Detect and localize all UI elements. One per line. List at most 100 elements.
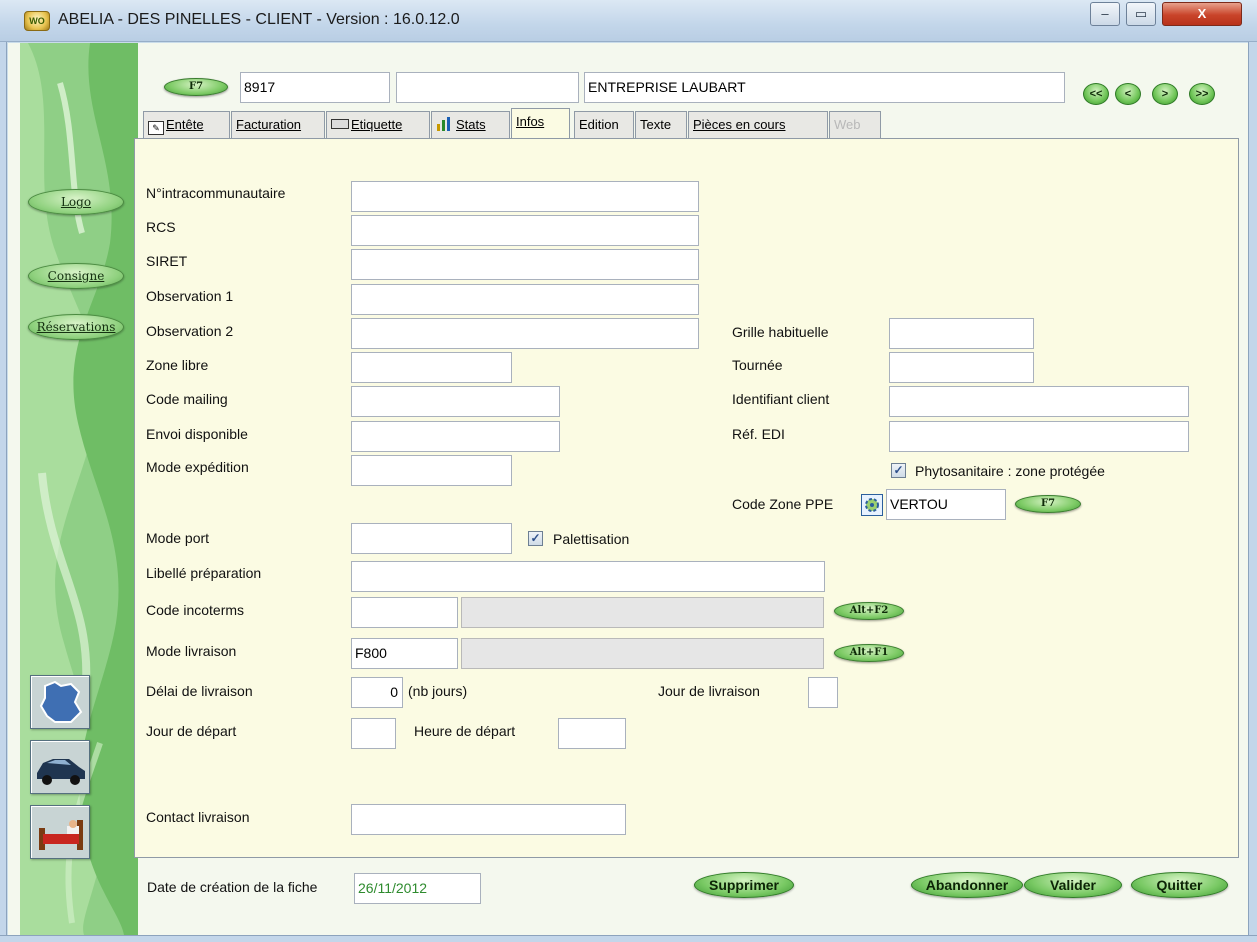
incoterms-desc-field (461, 597, 824, 628)
tab-texte[interactable]: Texte (635, 111, 687, 138)
date-creation-field: 26/11/2012 (354, 873, 481, 904)
tab-entete-label: Entête (166, 117, 204, 132)
zone-libre-field[interactable] (351, 352, 512, 383)
palettisation-label: Palettisation (553, 531, 630, 547)
nav-next-button[interactable]: > (1152, 83, 1178, 105)
tab-stats-label: Stats (456, 117, 486, 132)
contact-livraison-field[interactable] (351, 804, 626, 835)
contact-livraison-label: Contact livraison (146, 809, 250, 825)
grille-habituelle-field[interactable] (889, 318, 1034, 349)
car-icon (37, 759, 85, 785)
siret-field[interactable] (351, 249, 699, 280)
bed-button[interactable] (30, 805, 90, 859)
france-map-button[interactable] (30, 675, 90, 729)
phytosanitaire-checkbox[interactable]: ✓ (891, 463, 906, 478)
delai-livraison-label: Délai de livraison (146, 683, 253, 699)
tab-pieces-label: Pièces en cours (693, 117, 786, 132)
tab-facturation[interactable]: Facturation (231, 111, 325, 138)
observation1-field[interactable] (351, 284, 699, 315)
code-incoterms-label: Code incoterms (146, 602, 245, 618)
close-button[interactable]: X (1162, 2, 1242, 26)
window-frame-right (1248, 42, 1257, 942)
heure-depart-label: Heure de départ (414, 723, 516, 739)
tab-pieces-en-cours[interactable]: Pièces en cours (688, 111, 828, 138)
observation2-label: Observation 2 (146, 323, 234, 339)
identifiant-client-field[interactable] (889, 386, 1189, 417)
intracom-field[interactable] (351, 181, 699, 212)
minimize-button[interactable]: – (1090, 2, 1120, 26)
rcs-label: RCS (146, 219, 176, 235)
code-zone-ppe-field[interactable]: VERTOU (886, 489, 1006, 520)
mode-port-label: Mode port (146, 530, 210, 546)
tab-web-label: Web (834, 117, 861, 132)
france-map-icon (39, 680, 83, 723)
intracom-label: N°intracommunautaire (146, 185, 286, 201)
identifiant-client-label: Identifiant client (732, 391, 830, 407)
envoi-disponible-field[interactable] (351, 421, 560, 452)
code-zone-ppe-label: Code Zone PPE (732, 496, 834, 512)
incoterms-code-field[interactable] (351, 597, 458, 628)
zone-libre-label: Zone libre (146, 357, 209, 373)
heure-depart-field[interactable] (558, 718, 626, 749)
mode-port-field[interactable] (351, 523, 512, 554)
mode-livraison-alt-f1-button[interactable]: Alt+F1 (834, 644, 904, 662)
tab-etiquette[interactable]: Etiquette (326, 111, 430, 138)
incoterms-alt-f2-button[interactable]: Alt+F2 (834, 602, 904, 620)
mode-livraison-label: Mode livraison (146, 643, 237, 659)
mode-livraison-code-field[interactable]: F800 (351, 638, 458, 669)
reservations-button[interactable]: Réservations (28, 314, 124, 340)
nav-last-button[interactable]: >> (1189, 83, 1215, 105)
delai-livraison-field[interactable]: 0 (351, 677, 403, 708)
libelle-preparation-field[interactable] (351, 561, 825, 592)
zone-ppe-lookup-button[interactable] (861, 494, 883, 516)
envoi-disponible-label: Envoi disponible (146, 426, 248, 442)
bed-icon (39, 820, 83, 850)
code-mailing-field[interactable] (351, 386, 560, 417)
tab-edition[interactable]: Edition (574, 111, 634, 138)
client-secondary-field[interactable] (396, 72, 579, 103)
code-mailing-label: Code mailing (146, 391, 228, 407)
tab-entete[interactable]: ✎ Entête (143, 111, 230, 138)
nav-first-button[interactable]: << (1083, 83, 1109, 105)
consigne-button[interactable]: Consigne (28, 263, 124, 289)
valider-button[interactable]: Valider (1024, 872, 1122, 898)
gear-icon (865, 498, 879, 512)
supprimer-button[interactable]: Supprimer (694, 872, 794, 898)
jour-depart-label: Jour de départ (146, 723, 237, 739)
libelle-preparation-label: Libellé préparation (146, 565, 262, 581)
phytosanitaire-label: Phytosanitaire : zone protégée (915, 463, 1105, 479)
date-creation-label: Date de création de la fiche (147, 879, 318, 895)
tab-stats[interactable]: Stats (431, 111, 510, 138)
window-frame-left (0, 42, 7, 942)
tab-web: Web (829, 111, 881, 138)
maximize-button[interactable]: ▭ (1126, 2, 1156, 26)
mode-livraison-desc-field (461, 638, 824, 669)
rcs-field[interactable] (351, 215, 699, 246)
tab-texte-label: Texte (640, 117, 672, 132)
label-icon (331, 119, 349, 129)
tab-infos-label: Infos (516, 114, 545, 129)
car-button[interactable] (30, 740, 90, 794)
abandonner-button[interactable]: Abandonner (911, 872, 1023, 898)
tab-etiquette-label: Etiquette (351, 117, 403, 132)
f7-lookup-button[interactable]: F7 (164, 78, 228, 96)
tab-infos[interactable]: Infos (511, 108, 570, 139)
zone-ppe-f7-button[interactable]: F7 (1015, 495, 1081, 513)
client-name-field[interactable]: ENTREPRISE LAUBART (584, 72, 1065, 103)
observation2-field[interactable] (351, 318, 699, 349)
jour-livraison-field[interactable] (808, 677, 838, 708)
jour-depart-field[interactable] (351, 718, 396, 749)
logo-button[interactable]: Logo (28, 189, 124, 215)
nav-prev-button[interactable]: < (1115, 83, 1141, 105)
palettisation-checkbox[interactable]: ✓ (528, 531, 543, 546)
abelia-logo-icon: WO (24, 11, 50, 31)
ref-edi-field[interactable] (889, 421, 1189, 452)
mode-expedition-label: Mode expédition (146, 459, 249, 475)
tab-edition-label: Edition (579, 117, 619, 132)
quitter-button[interactable]: Quitter (1131, 872, 1228, 898)
tournee-field[interactable] (889, 352, 1034, 383)
client-code-field[interactable]: 8917 (240, 72, 390, 103)
mode-expedition-field[interactable] (351, 455, 512, 486)
window-frame-bottom (0, 935, 1257, 942)
jour-livraison-label: Jour de livraison (658, 683, 760, 699)
